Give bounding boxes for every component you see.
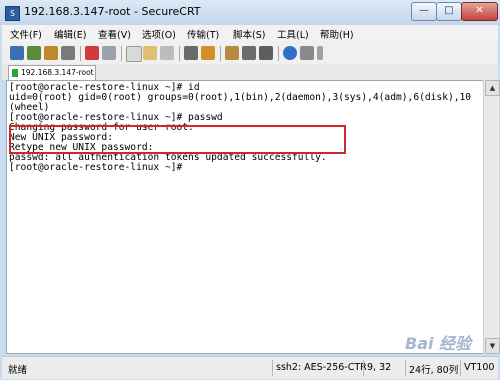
- terminal-output[interactable]: [root@oracle-restore-linux ~]# id uid=0(…: [6, 80, 484, 354]
- securecrt-app-icon: S: [5, 6, 20, 21]
- connect-icon[interactable]: [10, 46, 24, 60]
- print-icon[interactable]: [184, 46, 198, 60]
- menu-view[interactable]: 查看(V): [98, 27, 131, 41]
- terminal-scrollbar[interactable]: ▲ ▼: [483, 80, 500, 354]
- more-icon[interactable]: [317, 46, 323, 60]
- status-bar: 就绪 ssh2: AES-256-CTR 9, 32 24行, 80列 VT10…: [2, 356, 498, 379]
- title-bar[interactable]: S 192.168.3.147-root - SecureCRT — □ ✕: [0, 0, 500, 26]
- menu-file[interactable]: 文件(F): [10, 27, 42, 41]
- toolbar-separator: [80, 46, 81, 61]
- session-status-icon: [12, 69, 18, 77]
- sftp-icon[interactable]: [225, 46, 239, 60]
- scroll-up-arrow-icon[interactable]: ▲: [485, 80, 500, 96]
- menu-help[interactable]: 帮助(H): [320, 27, 354, 41]
- scroll-down-arrow-icon[interactable]: ▼: [485, 338, 500, 354]
- keymap-icon[interactable]: [259, 46, 273, 60]
- status-separator: [363, 360, 364, 376]
- quick-connect-icon[interactable]: [27, 46, 41, 60]
- toolbar: [2, 42, 498, 64]
- securecrt-window: S 192.168.3.147-root - SecureCRT — □ ✕ 文…: [0, 0, 500, 380]
- terminal-line: uid=0(root) gid=0(root) groups=0(root),1…: [9, 92, 472, 103]
- menu-edit[interactable]: 编辑(E): [54, 27, 86, 41]
- copy-icon[interactable]: [126, 46, 142, 62]
- status-terminal-type: VT100: [464, 362, 495, 373]
- maximize-button[interactable]: □: [436, 2, 462, 21]
- status-separator: [405, 360, 406, 376]
- log-icon[interactable]: [201, 46, 215, 60]
- connect-tab-icon[interactable]: [44, 46, 58, 60]
- session-options-icon[interactable]: [61, 46, 75, 60]
- close-button[interactable]: ✕: [461, 2, 498, 21]
- status-connection: ssh2: AES-256-CTR: [276, 362, 367, 373]
- window-title: 192.168.3.147-root - SecureCRT: [24, 5, 201, 18]
- toolbar-separator: [179, 46, 180, 61]
- disconnect-icon[interactable]: [102, 46, 116, 60]
- password-highlight-box: [9, 125, 346, 154]
- status-ready: 就绪: [8, 365, 28, 376]
- menu-script[interactable]: 脚本(S): [233, 27, 265, 41]
- tab-label: 192.168.3.147-root: [21, 68, 94, 77]
- menu-transfer[interactable]: 传输(T): [187, 27, 219, 41]
- status-separator: [460, 360, 461, 376]
- toolbar-separator: [220, 46, 221, 61]
- find-icon[interactable]: [160, 46, 174, 60]
- minimize-button[interactable]: —: [411, 2, 437, 21]
- paste-icon[interactable]: [143, 46, 157, 60]
- tab-session[interactable]: 192.168.3.147-root: [8, 65, 96, 80]
- status-cursor: 9, 32: [367, 362, 392, 373]
- baidu-watermark: Bai 经验: [405, 334, 472, 353]
- about-icon[interactable]: [300, 46, 314, 60]
- status-size: 24行, 80列: [409, 365, 459, 376]
- menu-options[interactable]: 选项(O): [142, 27, 176, 41]
- session-tab-strip: 192.168.3.147-root: [2, 64, 498, 80]
- reconnect-icon[interactable]: [85, 46, 99, 60]
- toolbar-separator: [121, 46, 122, 61]
- menu-bar: 文件(F) 编辑(E) 查看(V) 选项(O) 传输(T) 脚本(S) 工具(L…: [2, 25, 498, 42]
- toolbar-separator: [278, 46, 279, 61]
- terminal-line: [root@oracle-restore-linux ~]#: [9, 162, 183, 173]
- settings-icon[interactable]: [242, 46, 256, 60]
- status-separator: [272, 360, 273, 376]
- menu-tools[interactable]: 工具(L): [277, 27, 309, 41]
- help-icon[interactable]: [283, 46, 297, 60]
